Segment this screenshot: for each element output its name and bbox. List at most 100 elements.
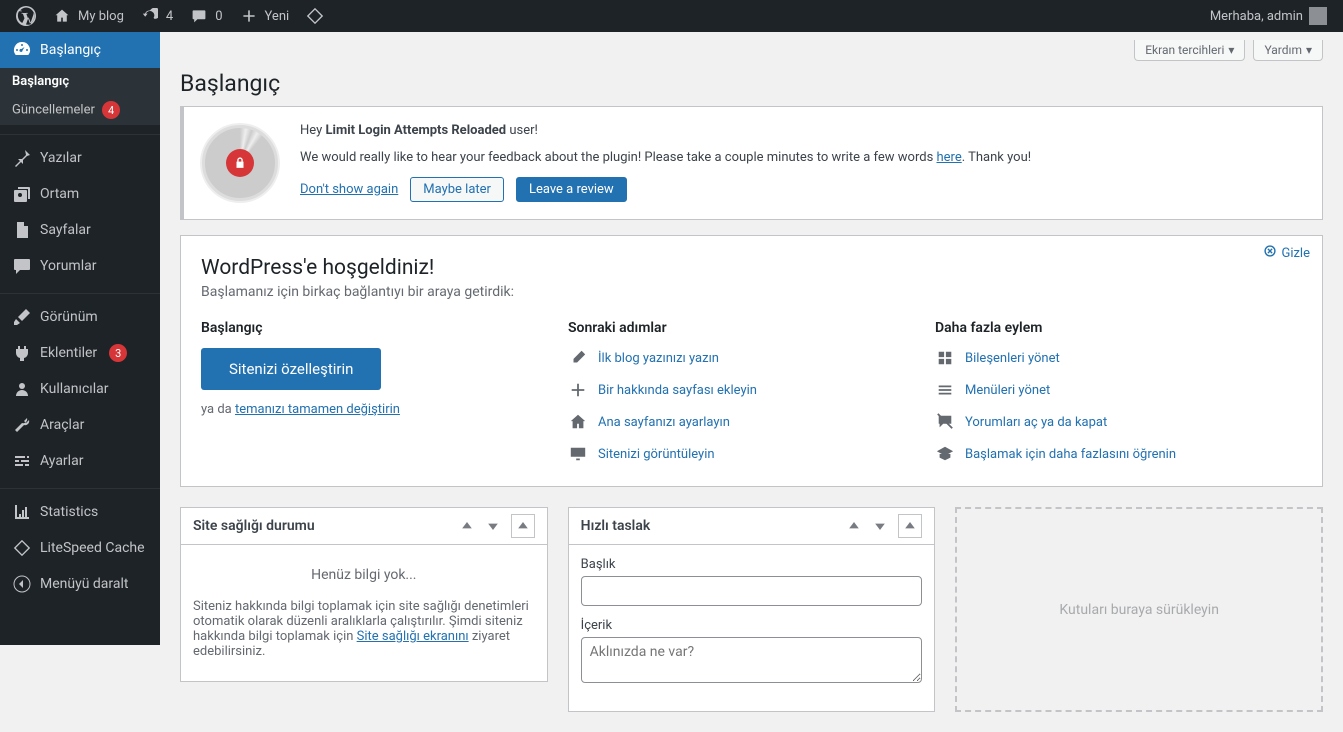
- page-title: Başlangıç: [180, 61, 1323, 101]
- site-health-link[interactable]: Site sağlığı ekranını: [357, 629, 469, 644]
- col2-heading: Sonraki adımlar: [568, 320, 935, 336]
- comment-icon: [189, 6, 209, 26]
- menu-statistics[interactable]: Statistics: [0, 494, 160, 530]
- menu-pages[interactable]: Sayfalar: [0, 212, 160, 248]
- account-link[interactable]: Merhaba, admin: [1202, 0, 1335, 32]
- caret-down-icon: ▾: [1228, 43, 1234, 57]
- sliders-icon: [12, 451, 32, 471]
- edit-icon: [568, 348, 588, 368]
- menu-users[interactable]: Kullanıcılar: [0, 371, 160, 407]
- quick-draft-box: Hızlı taslak Başlık İçerik: [568, 507, 936, 712]
- review-here-link[interactable]: here: [937, 150, 962, 165]
- add-page-link[interactable]: Bir hakkında sayfası ekleyin: [568, 380, 935, 400]
- comments-link[interactable]: 0: [181, 0, 230, 32]
- move-down-button[interactable]: [868, 514, 892, 538]
- site-health-title: Site sağlığı durumu: [193, 508, 315, 544]
- wordpress-icon: [16, 6, 36, 26]
- menu-collapse[interactable]: Menüyü daralt: [0, 566, 160, 602]
- dashboard-icon: [12, 40, 32, 60]
- home-icon: [568, 412, 588, 432]
- move-down-button[interactable]: [481, 514, 505, 538]
- media-icon: [12, 184, 32, 204]
- menu-posts[interactable]: Yazılar: [0, 140, 160, 176]
- litespeed-icon: [12, 538, 32, 558]
- welcome-col-2: Sonraki adımlar İlk blog yazınızı yazın …: [568, 320, 935, 476]
- comments-count: 0: [215, 9, 222, 24]
- avatar-icon: [1309, 7, 1327, 25]
- updates-link[interactable]: 4: [132, 0, 181, 32]
- col1-heading: Başlangıç: [201, 320, 568, 336]
- maybe-later-button[interactable]: Maybe later: [410, 177, 504, 202]
- graduation-icon: [935, 444, 955, 464]
- welcome-dismiss[interactable]: Gizle: [1263, 244, 1310, 262]
- toggle-box-button[interactable]: [511, 514, 535, 538]
- menu-dashboard[interactable]: Başlangıç: [0, 32, 160, 68]
- dont-show-link[interactable]: Don't show again: [300, 182, 398, 197]
- draft-content-input[interactable]: [581, 637, 923, 683]
- view-site-link[interactable]: Sitenizi görüntüleyin: [568, 444, 935, 464]
- notice-line-1: Hey Limit Login Attempts Reloaded user!: [300, 123, 1031, 138]
- toggle-box-button[interactable]: [898, 514, 922, 538]
- plus-icon: [568, 380, 588, 400]
- help-button[interactable]: Yardım ▾: [1253, 40, 1323, 61]
- chart-icon: [12, 502, 32, 522]
- site-health-box: Site sağlığı durumu Henüz bilgi yok... S…: [180, 507, 548, 682]
- welcome-title: WordPress'e hoşgeldiniz!: [201, 256, 1302, 280]
- submenu-home[interactable]: Başlangıç: [0, 68, 160, 95]
- menu-appearance[interactable]: Görünüm: [0, 299, 160, 335]
- widgets-link[interactable]: Bileşenleri yönet: [935, 348, 1302, 368]
- welcome-col-3: Daha fazla eylem Bileşenleri yönet Menül…: [935, 320, 1302, 476]
- col3-heading: Daha fazla eylem: [935, 320, 1302, 336]
- user-icon: [12, 379, 32, 399]
- site-health-text: Siteniz hakkında bilgi toplamak için sit…: [193, 599, 535, 659]
- menu-separator: [0, 289, 160, 294]
- customize-button[interactable]: Sitenizi özelleştirin: [201, 348, 381, 390]
- or-change-theme: ya da temanızı tamamen değiştirin: [201, 402, 568, 417]
- greeting-text: Merhaba, admin: [1210, 9, 1303, 24]
- learn-more-link[interactable]: Başlamak için daha fazlasını öğrenin: [935, 444, 1302, 464]
- move-up-button[interactable]: [842, 514, 866, 538]
- menu-litespeed[interactable]: LiteSpeed Cache: [0, 530, 160, 566]
- screen-options-button[interactable]: Ekran tercihleri ▾: [1134, 40, 1245, 61]
- wp-logo[interactable]: [8, 0, 44, 32]
- site-name-link[interactable]: My blog: [44, 0, 132, 32]
- notice-body: Hey Limit Login Attempts Reloaded user! …: [300, 123, 1031, 202]
- dashboard-widgets: Site sağlığı durumu Henüz bilgi yok... S…: [180, 507, 1323, 712]
- new-content-link[interactable]: Yeni: [231, 0, 298, 32]
- monitor-icon: [568, 444, 588, 464]
- quick-draft-title: Hızlı taslak: [581, 508, 651, 544]
- litespeed-icon: [305, 6, 325, 26]
- move-up-button[interactable]: [455, 514, 479, 538]
- dropzone[interactable]: Kutuları buraya sürükleyin: [955, 507, 1323, 712]
- menu-separator: [0, 130, 160, 135]
- menus-link[interactable]: Menüleri yönet: [935, 380, 1302, 400]
- submenu-updates[interactable]: Güncellemeler 4: [0, 95, 160, 125]
- draft-title-label: Başlık: [581, 557, 923, 572]
- site-health-status: Henüz bilgi yok...: [193, 567, 535, 583]
- menu-plugins[interactable]: Eklentiler 3: [0, 335, 160, 371]
- welcome-col-1: Başlangıç Sitenizi özelleştirin ya da te…: [201, 320, 568, 476]
- welcome-panel: Gizle WordPress'e hoşgeldiniz! Başlamanı…: [180, 235, 1323, 487]
- home-icon: [52, 6, 72, 26]
- change-theme-link[interactable]: temanızı tamamen değiştirin: [235, 402, 400, 417]
- admin-sidebar: Başlangıç Başlangıç Güncellemeler 4 Yazı…: [0, 32, 160, 645]
- wrench-icon: [12, 415, 32, 435]
- pin-icon: [12, 148, 32, 168]
- menu-media[interactable]: Ortam: [0, 176, 160, 212]
- draft-title-input[interactable]: [581, 576, 923, 606]
- write-post-link[interactable]: İlk blog yazınızı yazın: [568, 348, 935, 368]
- litespeed-toolbar[interactable]: [297, 0, 333, 32]
- collapse-icon: [12, 574, 32, 594]
- menu-separator: [0, 484, 160, 489]
- widgets-icon: [935, 348, 955, 368]
- page-icon: [12, 220, 32, 240]
- setup-homepage-link[interactable]: Ana sayfanızı ayarlayın: [568, 412, 935, 432]
- menu-tools[interactable]: Araçlar: [0, 407, 160, 443]
- leave-review-button[interactable]: Leave a review: [516, 177, 627, 202]
- welcome-subtitle: Başlamanız için birkaç bağlantıyı bir ar…: [201, 284, 1302, 300]
- menu-settings[interactable]: Ayarlar: [0, 443, 160, 479]
- menu-comments[interactable]: Yorumlar: [0, 248, 160, 284]
- comments-toggle-link[interactable]: Yorumları aç ya da kapat: [935, 412, 1302, 432]
- lock-icon: [233, 156, 247, 170]
- brush-icon: [12, 307, 32, 327]
